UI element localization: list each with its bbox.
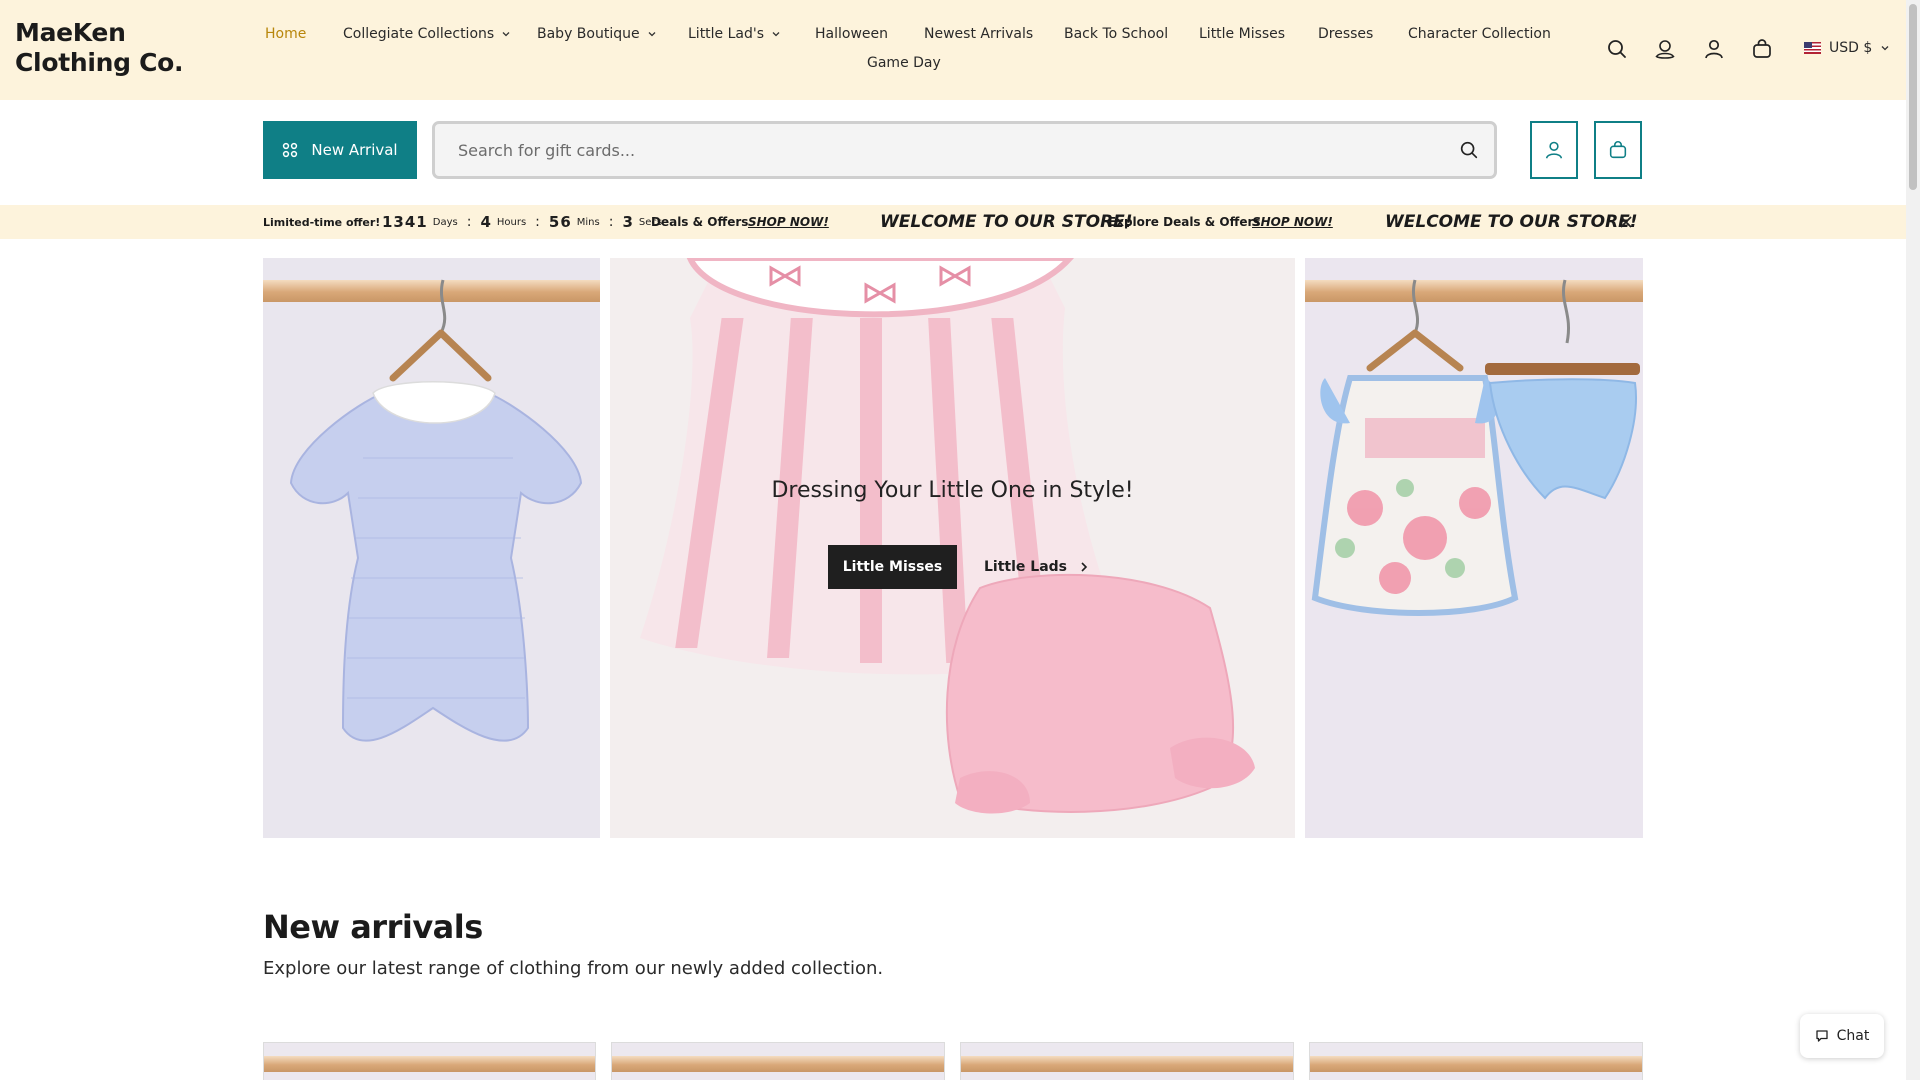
new-arrivals-title: New arrivals [263,908,483,946]
us-flag-icon [1804,42,1821,54]
deals-text-partial: Deals & Offers [651,215,749,229]
nav-item-character-collection[interactable]: Character Collection [1408,26,1551,42]
product-card[interactable] [263,1042,596,1080]
little-lads-label: Little Lads [984,559,1067,575]
shop-now-link[interactable]: SHOP NOW! [748,205,829,239]
welcome-text: WELCOME TO OUR STORE! [1385,212,1638,232]
little-misses-button[interactable]: Little Misses [828,545,957,589]
currency-selector[interactable]: USD $ [1804,40,1890,56]
nav-item-newest-arrivals[interactable]: Newest Arrivals [924,26,1033,42]
hanger-rod [264,1056,595,1072]
chevron-right-icon [1081,562,1088,572]
chat-label: Chat [1836,1028,1870,1044]
user-icon[interactable] [1702,37,1726,61]
page-scrollbar[interactable] [1906,0,1920,1080]
nav-item-halloween[interactable]: Halloween [815,26,888,42]
nav-item-label: Halloween [815,26,889,42]
chevron-down-icon [1881,46,1889,51]
welcome-text: WELCOME TO OUR STORE! [880,212,1133,232]
bag-icon[interactable] [1750,37,1774,61]
scrollbar-thumb[interactable] [1909,4,1917,190]
hanger-rod [961,1056,1293,1072]
countdown-unit: Hours [496,216,527,228]
deals-text: Explore Deals & Offers [1108,215,1261,229]
nav-item-little-lads[interactable]: Little Lad's [688,26,781,42]
nav-item-baby-boutique[interactable]: Baby Boutique [537,26,657,42]
nav-item-label: Collegiate Collections [343,26,495,42]
shop-now-link[interactable]: SHOP NOW! [1252,205,1333,239]
new-arrivals-subtitle: Explore our latest range of clothing fro… [263,958,884,979]
user-icon [1545,141,1563,159]
grid-icon [283,142,298,158]
nav-item-label: Dresses [1318,26,1374,42]
account-circle-icon[interactable] [1653,37,1677,61]
product-card[interactable] [1309,1042,1643,1080]
announcement-bar: Limited-time offer! 1341 Days : 4 Hours … [0,205,1906,239]
nav-item-collegiate-collections[interactable]: Collegiate Collections [343,26,511,42]
nav-item-label: Little Misses [1199,26,1286,42]
countdown-secs: 3 [622,213,634,231]
search-icon[interactable] [1458,139,1480,161]
bag-icon [1609,141,1627,159]
nav-item-dresses[interactable]: Dresses [1318,26,1373,42]
countdown-separator: : [535,214,540,230]
chat-button[interactable]: Chat [1800,1014,1884,1058]
little-lads-link[interactable]: Little Lads [984,545,1089,589]
countdown-separator: : [466,214,472,230]
new-arrival-button[interactable]: New Arrival [263,121,417,179]
hero-title: Dressing Your Little One in Style! [771,478,1134,503]
nav-item-label: Little Lad's [688,26,765,42]
countdown-unit: Days [432,216,458,228]
nav-item-home[interactable]: Home [265,26,306,42]
chevron-down-icon [772,32,780,37]
new-arrival-label: New Arrival [311,141,398,159]
countdown-hours: 4 [480,213,492,231]
chevron-down-icon [502,32,510,37]
hanger-rod [612,1056,944,1072]
nav-item-label: Baby Boutique [537,26,640,42]
romper-illustration [289,279,583,742]
countdown-unit: Mins [576,216,600,228]
search-icon[interactable] [1605,37,1629,61]
nav-item-back-to-school[interactable]: Back To School [1064,26,1168,42]
account-button[interactable] [1530,121,1578,179]
currency-label: USD $ [1829,40,1873,56]
chat-bubble-icon [1815,1030,1828,1042]
product-card[interactable] [611,1042,945,1080]
hero-image-gingham-romper[interactable] [263,258,600,838]
countdown-mins: 56 [548,213,572,231]
nav-item-little-misses[interactable]: Little Misses [1199,26,1285,42]
countdown-days: 1341 [382,213,428,231]
site-header: MaeKen Clothing Co. Home Collegiate Coll… [0,0,1906,100]
chevron-down-icon [648,32,656,37]
hanger-rod [1310,1056,1642,1072]
nav-item-label: Newest Arrivals [924,26,1034,42]
countdown-timer: 1341 Days : 4 Hours : 56 Mins : 3 Secs [382,205,662,239]
cart-button[interactable] [1594,121,1642,179]
offer-label: Limited-time offer! [263,215,381,229]
close-icon[interactable] [1618,214,1634,230]
smocked-set-illustration [1311,279,1640,616]
search-input[interactable] [435,124,1494,176]
nav-item-label: Back To School [1064,26,1169,42]
search-bar [432,121,1497,179]
countdown-separator: : [608,214,614,230]
nav-item-label: Game Day [867,55,941,71]
product-card[interactable] [960,1042,1294,1080]
nav-item-label: Character Collection [1408,26,1551,42]
nav-item-game-day[interactable]: Game Day [867,55,941,71]
hero-image-smocked-set[interactable] [1305,258,1643,838]
nav-item-label: Home [265,26,307,42]
